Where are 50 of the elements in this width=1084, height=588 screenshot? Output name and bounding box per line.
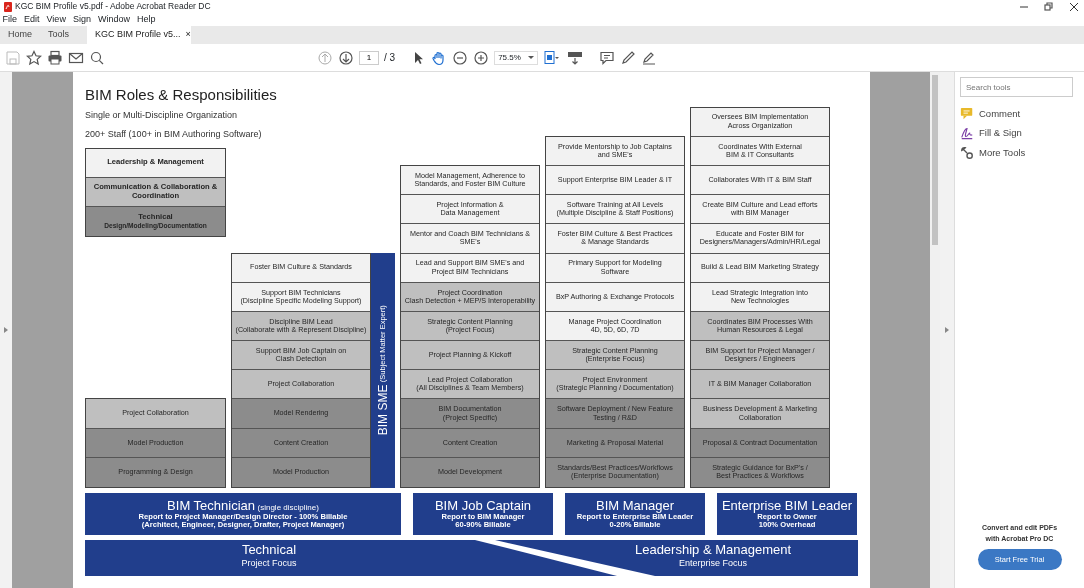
focus-note: Project Focus xyxy=(241,557,297,569)
page-down-icon[interactable] xyxy=(338,49,354,66)
print-icon[interactable] xyxy=(47,49,63,66)
zoom-out-icon[interactable] xyxy=(452,49,469,66)
zoom-dropdown[interactable]: 75.5% xyxy=(494,50,539,65)
search-field[interactable]: Search tools xyxy=(960,77,1073,97)
scrollbar[interactable] xyxy=(930,72,940,588)
page-number-field[interactable]: 1 xyxy=(359,50,379,65)
restore-icon[interactable] xyxy=(1044,1,1054,12)
sme-title: BIM SME xyxy=(375,384,391,436)
menu-item[interactable]: Window xyxy=(97,12,130,27)
caret-icon xyxy=(528,56,535,59)
role-title: Enterprise BIM Leader xyxy=(721,499,853,513)
menu-item[interactable]: Sign xyxy=(72,12,91,27)
close-icon[interactable] xyxy=(1069,1,1079,12)
tab[interactable]: KGC BIM Profile v5... × xyxy=(87,26,192,44)
tool-item[interactable]: Fill & Sign xyxy=(960,126,1079,141)
document-title: BIM Roles & Responsibilities xyxy=(85,85,277,105)
expand-panel-icon[interactable] xyxy=(4,327,8,333)
page-count: / 3 xyxy=(384,51,396,65)
pen-icon[interactable] xyxy=(620,49,637,66)
menu-item[interactable]: View xyxy=(46,12,66,27)
pen-signature-icon xyxy=(960,126,974,141)
role-title: BIM Technician xyxy=(167,499,256,513)
tab[interactable]: Tools xyxy=(40,26,78,44)
focus-title: Leadership & Management xyxy=(634,543,792,558)
pdf-icon xyxy=(2,1,13,12)
focus-title: Technical xyxy=(241,543,297,558)
role-title: BIM Job Captain xyxy=(434,499,532,513)
window-title: KGC BIM Profile v5.pdf - Adobe Acrobat Reader DC xyxy=(15,0,211,13)
search-icon[interactable] xyxy=(89,49,105,66)
staff-count: 200+ Staff (100+ in BIM Authoring Software) xyxy=(85,128,262,141)
scroll-mode-icon[interactable] xyxy=(566,49,585,66)
zoom-in-icon[interactable] xyxy=(473,49,490,66)
role-title: BIM Manager xyxy=(595,499,674,513)
fit-page-icon[interactable] xyxy=(543,49,562,66)
comment-icon[interactable] xyxy=(599,49,616,66)
tool-item[interactable]: Comment xyxy=(960,107,1079,122)
focus-note: Enterprise Focus xyxy=(679,557,747,569)
role-note: (single discipline) xyxy=(257,504,319,513)
menu-item[interactable]: File xyxy=(2,12,17,27)
wrench-gear-icon xyxy=(960,145,974,160)
tool-item[interactable]: More Tools xyxy=(960,145,1079,160)
menu-item[interactable]: Help xyxy=(136,12,156,27)
star-icon[interactable] xyxy=(26,49,42,66)
collapse-panel-icon[interactable] xyxy=(945,327,949,333)
subtitle: Single or Multi-Discipline Organization xyxy=(85,108,238,122)
close-tab-icon[interactable]: × xyxy=(185,28,191,42)
tab[interactable]: Home xyxy=(0,26,40,44)
menu-item[interactable]: Edit xyxy=(24,12,40,27)
